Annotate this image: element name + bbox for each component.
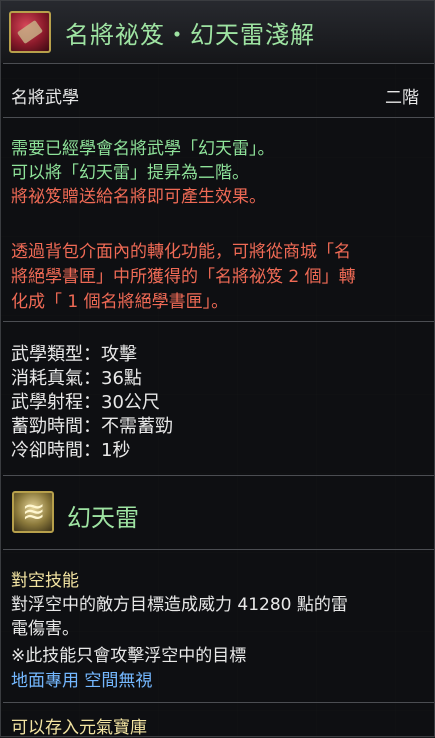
phantom-thunder-skill-icon <box>12 491 54 533</box>
stat-value: 36點 <box>101 368 142 389</box>
divider <box>3 702 434 703</box>
skill-note: ※此技能只會攻擊浮空中的目標 <box>11 646 247 666</box>
stat-attack-type: 武學類型：攻擊 <box>11 344 137 365</box>
tag-ground-only: 地面專用 <box>11 671 79 691</box>
skill-description-line: 對浮空中的敵方目標造成威力 41280 點的雷 <box>11 595 348 615</box>
conversion-line: 化成「 1 個名將絕學書匣」。 <box>11 292 229 312</box>
stat-label: 武學類型 <box>11 344 83 365</box>
divider <box>3 63 434 64</box>
skill-tags: 地面專用 空間無視 <box>11 666 152 691</box>
stat-label: 消耗真氣 <box>11 368 83 389</box>
stat-value: 30公尺 <box>101 392 160 413</box>
red-scroll-book-icon <box>9 11 51 53</box>
stat-charge-time: 蓄勁時間：不需蓄勁 <box>11 416 173 437</box>
item-grade: 二階 <box>385 88 419 108</box>
conversion-line: 將絕學書匣」中所獲得的「名將祕笈 2 個」轉 <box>11 267 356 287</box>
stat-value: 不需蓄勁 <box>101 416 173 437</box>
stat-label: 武學射程 <box>11 392 83 413</box>
stat-range: 武學射程：30公尺 <box>11 392 160 413</box>
stat-energy-cost: 消耗真氣：36點 <box>11 368 142 389</box>
conversion-line: 透過背包介面內的轉化功能，可將從商城「名 <box>11 242 351 262</box>
item-tooltip: 名將祕笈・幻天雷淺解 名將武學 二階 需要已經學會名將武學「幻天雷」。 可以將「… <box>0 0 435 738</box>
divider <box>3 549 434 550</box>
item-category: 名將武學 <box>11 88 79 108</box>
stat-label: 蓄勁時間 <box>11 416 83 437</box>
divider <box>3 117 434 118</box>
divider <box>3 321 434 322</box>
stat-cooldown: 冷卻時間：1秒 <box>11 440 131 461</box>
tag-space-ignore: 空間無視 <box>84 671 153 691</box>
skill-description-line: 電傷害。 <box>11 619 79 639</box>
requirement-line: 可以將「幻天雷」提昇為二階。 <box>11 163 249 183</box>
storage-note: 可以存入元氣寶庫 <box>11 718 147 738</box>
skill-name: 幻天雷 <box>67 504 139 532</box>
skill-type: 對空技能 <box>11 571 79 591</box>
requirement-line: 需要已經學會名將武學「幻天雷」。 <box>11 139 275 159</box>
stat-value: 攻擊 <box>101 344 137 365</box>
effect-note: 將祕笈贈送給名將即可產生效果。 <box>11 187 266 207</box>
divider <box>3 475 434 476</box>
tooltip-header: 名將祕笈・幻天雷淺解 <box>1 1 434 63</box>
item-title: 名將祕笈・幻天雷淺解 <box>65 21 315 49</box>
stat-value: 1秒 <box>101 440 131 461</box>
stat-label: 冷卻時間 <box>11 440 83 461</box>
